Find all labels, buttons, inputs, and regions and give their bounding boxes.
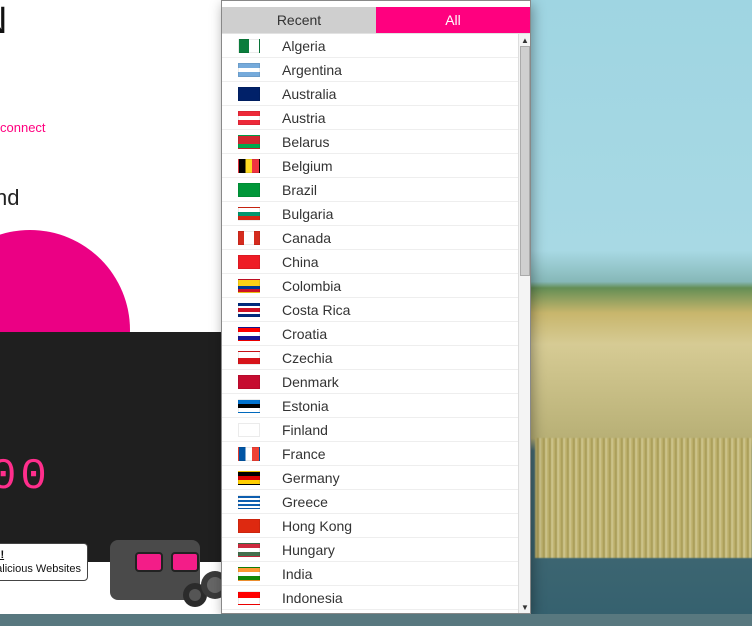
country-row-in[interactable]: India bbox=[222, 562, 518, 586]
tab-recent[interactable]: Recent bbox=[222, 7, 376, 33]
country-label: Canada bbox=[282, 230, 331, 246]
tab-all[interactable]: All bbox=[376, 7, 530, 33]
country-row-gr[interactable]: Greece bbox=[222, 490, 518, 514]
flag-gr-icon bbox=[238, 495, 260, 509]
country-label: Brazil bbox=[282, 182, 317, 198]
country-row-dz[interactable]: Algeria bbox=[222, 34, 518, 58]
dropdown-tabs: Recent All bbox=[222, 7, 530, 33]
country-label: Belgium bbox=[282, 158, 333, 174]
country-dropdown: Recent All Algeria Argentina Australia Aust… bbox=[221, 0, 531, 614]
flag-ar-icon bbox=[238, 63, 260, 77]
flag-cz-icon bbox=[238, 351, 260, 365]
flag-by-icon bbox=[238, 135, 260, 149]
flag-co-icon bbox=[238, 279, 260, 293]
flag-hk-icon bbox=[238, 519, 260, 533]
country-label: Argentina bbox=[282, 62, 342, 78]
country-row-hu[interactable]: Hungary bbox=[222, 538, 518, 562]
country-label: Germany bbox=[282, 470, 340, 486]
country-label: Czechia bbox=[282, 350, 333, 366]
country-row-ee[interactable]: Estonia bbox=[222, 394, 518, 418]
country-list[interactable]: Algeria Argentina Australia Austria Belarus B… bbox=[222, 34, 518, 613]
flag-bg-icon bbox=[238, 207, 260, 221]
country-label: Belarus bbox=[282, 134, 329, 150]
country-row-dk[interactable]: Denmark bbox=[222, 370, 518, 394]
country-label: India bbox=[282, 566, 312, 582]
country-row-hk[interactable]: Hong Kong bbox=[222, 514, 518, 538]
country-label: China bbox=[282, 254, 319, 270]
flag-cr-icon bbox=[238, 303, 260, 317]
scroll-down-button[interactable]: ▼ bbox=[519, 601, 530, 613]
country-row-br[interactable]: Brazil bbox=[222, 178, 518, 202]
country-row-cn[interactable]: China bbox=[222, 250, 518, 274]
glasses-icon bbox=[135, 552, 203, 578]
country-label: Croatia bbox=[282, 326, 327, 342]
country-label: Australia bbox=[282, 86, 336, 102]
flag-cn-icon bbox=[238, 255, 260, 269]
country-label: Indonesia bbox=[282, 590, 343, 606]
country-label: Greece bbox=[282, 494, 328, 510]
country-label: Colombia bbox=[282, 278, 341, 294]
country-label: Algeria bbox=[282, 38, 326, 54]
country-row-at[interactable]: Austria bbox=[222, 106, 518, 130]
timer-digits: 00 bbox=[0, 452, 51, 502]
country-row-de[interactable]: Germany bbox=[222, 466, 518, 490]
country-label: Hong Kong bbox=[282, 518, 352, 534]
bottom-strip bbox=[0, 614, 752, 626]
vpn-app-window: N connect nd 00 on! Malicious Websites bbox=[0, 0, 225, 626]
tooltip-body: Malicious Websites bbox=[0, 563, 81, 575]
country-row-cr[interactable]: Costa Rica bbox=[222, 298, 518, 322]
country-label: Hungary bbox=[282, 542, 335, 558]
country-row-be[interactable]: Belgium bbox=[222, 154, 518, 178]
country-row-bg[interactable]: Bulgaria bbox=[222, 202, 518, 226]
threat-protection-tooltip: on! Malicious Websites bbox=[0, 543, 88, 581]
country-label: Finland bbox=[282, 422, 328, 438]
scroll-up-button[interactable]: ▲ bbox=[519, 34, 530, 46]
flag-br-icon bbox=[238, 183, 260, 197]
wallpaper-grass bbox=[535, 438, 752, 558]
scrollbar[interactable]: ▲ ▼ bbox=[518, 34, 530, 613]
country-row-cz[interactable]: Czechia bbox=[222, 346, 518, 370]
flag-dz-icon bbox=[238, 39, 260, 53]
flag-id-icon bbox=[238, 591, 260, 605]
connect-link[interactable]: connect bbox=[0, 120, 46, 135]
country-row-ca[interactable]: Canada bbox=[222, 226, 518, 250]
country-label: Austria bbox=[282, 110, 326, 126]
flag-ca-icon bbox=[238, 231, 260, 245]
flag-dk-icon bbox=[238, 375, 260, 389]
country-row-co[interactable]: Colombia bbox=[222, 274, 518, 298]
country-label: Bulgaria bbox=[282, 206, 333, 222]
flag-ee-icon bbox=[238, 399, 260, 413]
scroll-thumb[interactable] bbox=[520, 46, 530, 276]
country-row-by[interactable]: Belarus bbox=[222, 130, 518, 154]
flag-hr-icon bbox=[238, 327, 260, 341]
flag-at-icon bbox=[238, 111, 260, 125]
country-label: France bbox=[282, 446, 326, 462]
stats-panel bbox=[0, 332, 225, 562]
country-row-ar[interactable]: Argentina bbox=[222, 58, 518, 82]
flag-fr-icon bbox=[238, 447, 260, 461]
flag-hu-icon bbox=[238, 543, 260, 557]
country-row-fi[interactable]: Finland bbox=[222, 418, 518, 442]
country-list-wrap: Algeria Argentina Australia Austria Belarus B… bbox=[222, 33, 530, 613]
country-row-au[interactable]: Australia bbox=[222, 82, 518, 106]
app-title: N bbox=[0, 0, 6, 43]
country-row-id[interactable]: Indonesia bbox=[222, 586, 518, 610]
country-label: Estonia bbox=[282, 398, 329, 414]
tooltip-heading: on! bbox=[0, 549, 4, 561]
status-text: nd bbox=[0, 185, 19, 211]
flag-de-icon bbox=[238, 471, 260, 485]
flag-au-icon bbox=[238, 87, 260, 101]
flag-be-icon bbox=[238, 159, 260, 173]
flag-fi-icon bbox=[238, 423, 260, 437]
country-row-hr[interactable]: Croatia bbox=[222, 322, 518, 346]
flag-in-icon bbox=[238, 567, 260, 581]
country-row-fr[interactable]: France bbox=[222, 442, 518, 466]
country-label: Costa Rica bbox=[282, 302, 350, 318]
country-label: Denmark bbox=[282, 374, 339, 390]
